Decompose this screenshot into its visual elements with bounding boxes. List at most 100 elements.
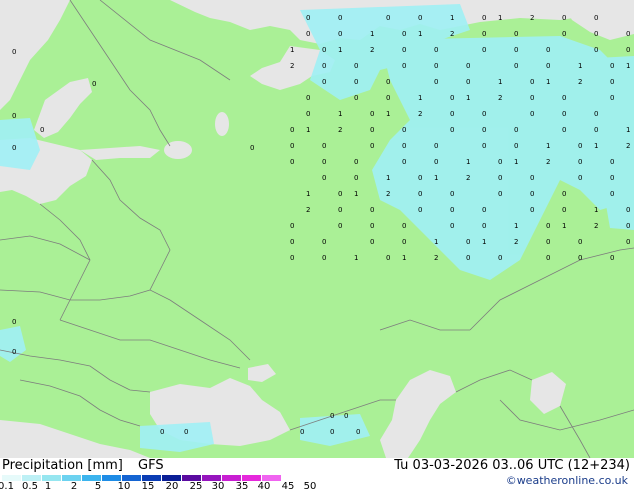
precip-marker: 1 bbox=[514, 158, 518, 166]
precip-marker: 0 bbox=[370, 222, 374, 230]
precip-marker: 0 bbox=[562, 30, 566, 38]
scale-label: 40 bbox=[257, 481, 271, 492]
precip-marker: 0 bbox=[418, 14, 422, 22]
precip-marker: 0 bbox=[354, 158, 358, 166]
precip-marker: 0 bbox=[354, 174, 358, 182]
scale-label: 25 bbox=[189, 481, 203, 492]
precip-marker: 0 bbox=[306, 110, 310, 118]
precip-marker: 0 bbox=[450, 94, 454, 102]
precip-marker: 0 bbox=[418, 174, 422, 182]
precip-marker: 0 bbox=[386, 254, 390, 262]
precip-marker: 2 bbox=[338, 126, 342, 134]
precip-marker: 0 bbox=[92, 80, 96, 88]
precip-marker: 0 bbox=[402, 62, 406, 70]
precip-marker: 0 bbox=[338, 30, 342, 38]
precip-marker: 0 bbox=[594, 14, 598, 22]
precip-marker: 0 bbox=[610, 158, 614, 166]
precip-marker: 0 bbox=[418, 206, 422, 214]
precip-marker: 0 bbox=[322, 238, 326, 246]
precip-marker: 0 bbox=[530, 78, 534, 86]
precip-marker: 1 bbox=[402, 254, 406, 262]
precip-marker: 0 bbox=[610, 62, 614, 70]
legend-title: Precipitation [mm] bbox=[2, 458, 123, 473]
precip-marker: 1 bbox=[306, 190, 310, 198]
legend-credit[interactable]: ©weatheronline.co.uk bbox=[506, 474, 628, 487]
precip-marker: 0 bbox=[482, 14, 486, 22]
precip-marker: 0 bbox=[546, 46, 550, 54]
precip-marker: 0 bbox=[514, 62, 518, 70]
precip-marker: 0 bbox=[562, 14, 566, 22]
precip-marker: 0 bbox=[290, 142, 294, 150]
precip-marker: 0 bbox=[546, 222, 550, 230]
precip-marker: 2 bbox=[578, 78, 582, 86]
precip-marker: 0 bbox=[434, 46, 438, 54]
precip-marker: 0 bbox=[578, 174, 582, 182]
precip-marker: 0 bbox=[344, 412, 348, 420]
precip-marker: 0 bbox=[12, 48, 16, 56]
precip-marker: 1 bbox=[386, 174, 390, 182]
precip-marker: 0 bbox=[514, 46, 518, 54]
precip-marker: 0 bbox=[290, 126, 294, 134]
precip-marker: 0 bbox=[290, 238, 294, 246]
precip-marker: 0 bbox=[514, 126, 518, 134]
precip-marker: 0 bbox=[594, 126, 598, 134]
precip-marker: 0 bbox=[338, 222, 342, 230]
precip-marker: 1 bbox=[562, 222, 566, 230]
precip-marker: 1 bbox=[338, 46, 342, 54]
map-canvas: 0 0 0 0 1 0 1 2 0 0 0 0 1 0 1 2 0 0 0 0 0 1 0 1 2 0 0 0 0 0 0 0 2 0 0 0 0 0 0 0… bbox=[0, 0, 634, 458]
scale-label: 45 bbox=[281, 481, 295, 492]
precip-marker: 0 bbox=[322, 62, 326, 70]
precip-marker: 0 bbox=[498, 174, 502, 182]
precip-marker: 0 bbox=[402, 142, 406, 150]
precip-marker: 0 bbox=[530, 174, 534, 182]
precip-marker: 0 bbox=[434, 78, 438, 86]
precip-marker: 0 bbox=[356, 428, 360, 436]
precip-marker: 1 bbox=[466, 94, 470, 102]
precip-marker: 0 bbox=[482, 142, 486, 150]
precip-marker: 0 bbox=[482, 46, 486, 54]
precip-marker: 2 bbox=[594, 222, 598, 230]
precip-marker: 0 bbox=[160, 428, 164, 436]
precip-marker: 2 bbox=[386, 190, 390, 198]
precip-marker: 1 bbox=[418, 94, 422, 102]
precip-marker: 0 bbox=[40, 126, 44, 134]
precip-marker: 2 bbox=[370, 46, 374, 54]
precip-marker: 0 bbox=[610, 190, 614, 198]
precip-marker: 1 bbox=[498, 78, 502, 86]
scale-label: 5 bbox=[94, 481, 102, 492]
scale-label: 20 bbox=[165, 481, 179, 492]
precip-marker: 1 bbox=[434, 174, 438, 182]
precip-marker: 0 bbox=[338, 206, 342, 214]
precip-marker: 0 bbox=[386, 14, 390, 22]
precip-marker: 1 bbox=[482, 238, 486, 246]
precip-marker: 1 bbox=[546, 142, 550, 150]
precip-marker: 0 bbox=[370, 126, 374, 134]
precip-marker: 0 bbox=[184, 428, 188, 436]
precip-marker: 0 bbox=[610, 174, 614, 182]
precip-marker: 0 bbox=[594, 46, 598, 54]
precip-marker: 0 bbox=[322, 46, 326, 54]
precip-marker: 0 bbox=[594, 110, 598, 118]
precip-marker: 0 bbox=[578, 254, 582, 262]
precip-marker: 1 bbox=[626, 62, 630, 70]
precip-marker: 0 bbox=[546, 62, 550, 70]
precip-marker: 0 bbox=[300, 428, 304, 436]
scale-label: 15 bbox=[141, 481, 155, 492]
precip-marker: 2 bbox=[306, 206, 310, 214]
lake-onega bbox=[215, 112, 229, 136]
precip-marker: 1 bbox=[290, 46, 294, 54]
precip-marker: 0 bbox=[434, 62, 438, 70]
precip-marker: 0 bbox=[498, 158, 502, 166]
precip-marker: 2 bbox=[530, 14, 534, 22]
precip-marker: 0 bbox=[626, 238, 630, 246]
precip-marker: 0 bbox=[466, 78, 470, 86]
precip-marker: 0 bbox=[322, 78, 326, 86]
precip-marker: 1 bbox=[546, 78, 550, 86]
precip-marker: 0 bbox=[482, 222, 486, 230]
precip-marker: 0 bbox=[482, 126, 486, 134]
precip-marker: 0 bbox=[530, 110, 534, 118]
precip-marker: 0 bbox=[626, 206, 630, 214]
precip-marker: 0 bbox=[12, 112, 16, 120]
precip-marker: 0 bbox=[370, 238, 374, 246]
precip-marker: 1 bbox=[434, 238, 438, 246]
